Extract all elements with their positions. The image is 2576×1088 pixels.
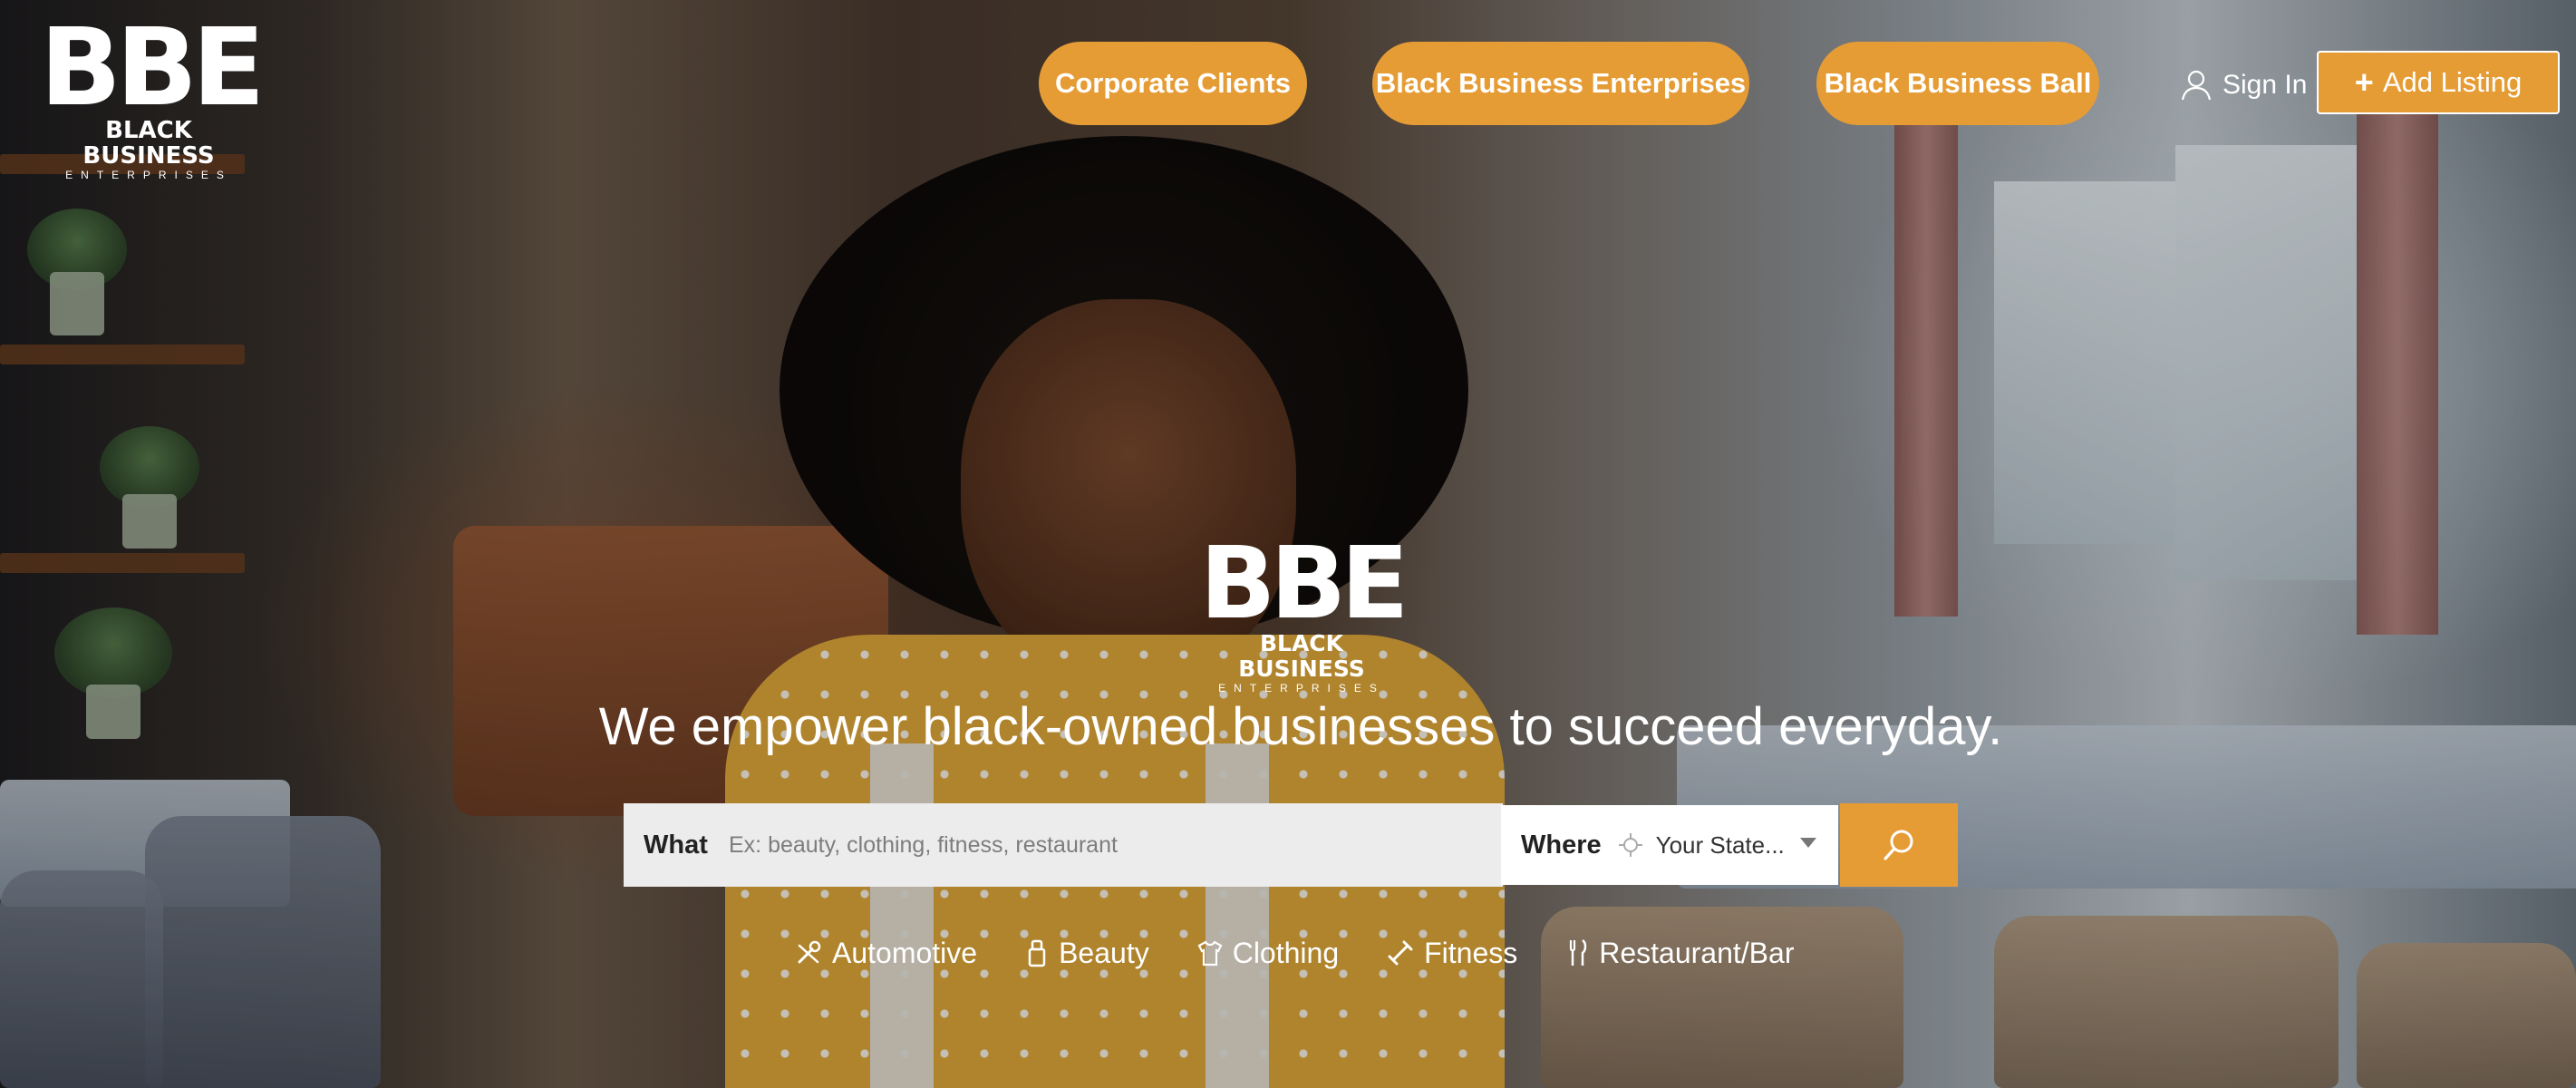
- category-automotive[interactable]: Automotive: [794, 937, 977, 970]
- search-icon: [1884, 830, 1913, 860]
- what-label: What: [644, 830, 708, 860]
- what-input[interactable]: [727, 817, 1474, 873]
- nav-black-business-enterprises[interactable]: Black Business Enterprises: [1372, 42, 1749, 125]
- center-logo: BBE BLACK BUSINESS ENTERPRISES: [1193, 525, 1410, 695]
- nav-black-business-ball[interactable]: Black Business Ball: [1816, 42, 2099, 125]
- state-select[interactable]: Your State...: [1656, 831, 1785, 860]
- search-button[interactable]: [1840, 803, 1958, 887]
- add-listing-label: Add Listing: [2382, 66, 2523, 98]
- category-label: Fitness: [1424, 936, 1518, 969]
- hero-tagline: We empower black-owned businesses to suc…: [598, 697, 2003, 756]
- logo-mark: BBE: [40, 5, 266, 130]
- sign-in-label: Sign In: [2223, 70, 2308, 100]
- site-logo[interactable]: BBE BLACK BUSINESS ENTERPRISES: [40, 5, 266, 181]
- locate-icon[interactable]: [1618, 832, 1643, 858]
- category-links: Automotive Beauty Clothing Fitness Resta…: [794, 930, 1794, 976]
- wrench-icon: [798, 940, 821, 964]
- sign-in-link[interactable]: Sign In: [2181, 62, 2307, 109]
- category-fitness[interactable]: Fitness: [1386, 937, 1517, 970]
- category-label: Beauty: [1059, 936, 1149, 969]
- category-clothing[interactable]: Clothing: [1196, 937, 1339, 970]
- fork-knife-icon: [1570, 939, 1587, 966]
- category-label: Clothing: [1232, 936, 1340, 969]
- user-icon: [2181, 70, 2212, 101]
- logo-sub: ENTERPRISES: [65, 169, 232, 181]
- search-where-field[interactable]: Where Your State...: [1501, 805, 1838, 885]
- category-restaurant-bar[interactable]: Restaurant/Bar: [1564, 937, 1794, 970]
- plus-icon: +: [2354, 63, 2374, 101]
- nav-corporate-clients[interactable]: Corporate Clients: [1039, 42, 1307, 125]
- beauty-icon: [1028, 939, 1046, 967]
- add-listing-button[interactable]: + Add Listing: [2317, 51, 2560, 114]
- dumbbell-icon: [1388, 940, 1413, 966]
- category-label: Restaurant/Bar: [1599, 936, 1795, 969]
- chevron-down-icon: [1800, 838, 1816, 848]
- where-label: Where: [1521, 830, 1602, 860]
- search-what-field[interactable]: What: [624, 803, 1503, 887]
- hero-section: BBE BLACK BUSINESS ENTERPRISES Corporate…: [0, 0, 2576, 1088]
- center-logo-mark: BBE: [1199, 525, 1409, 641]
- category-beauty[interactable]: Beauty: [1024, 937, 1149, 970]
- shirt-icon: [1197, 940, 1223, 967]
- category-label: Automotive: [832, 936, 978, 969]
